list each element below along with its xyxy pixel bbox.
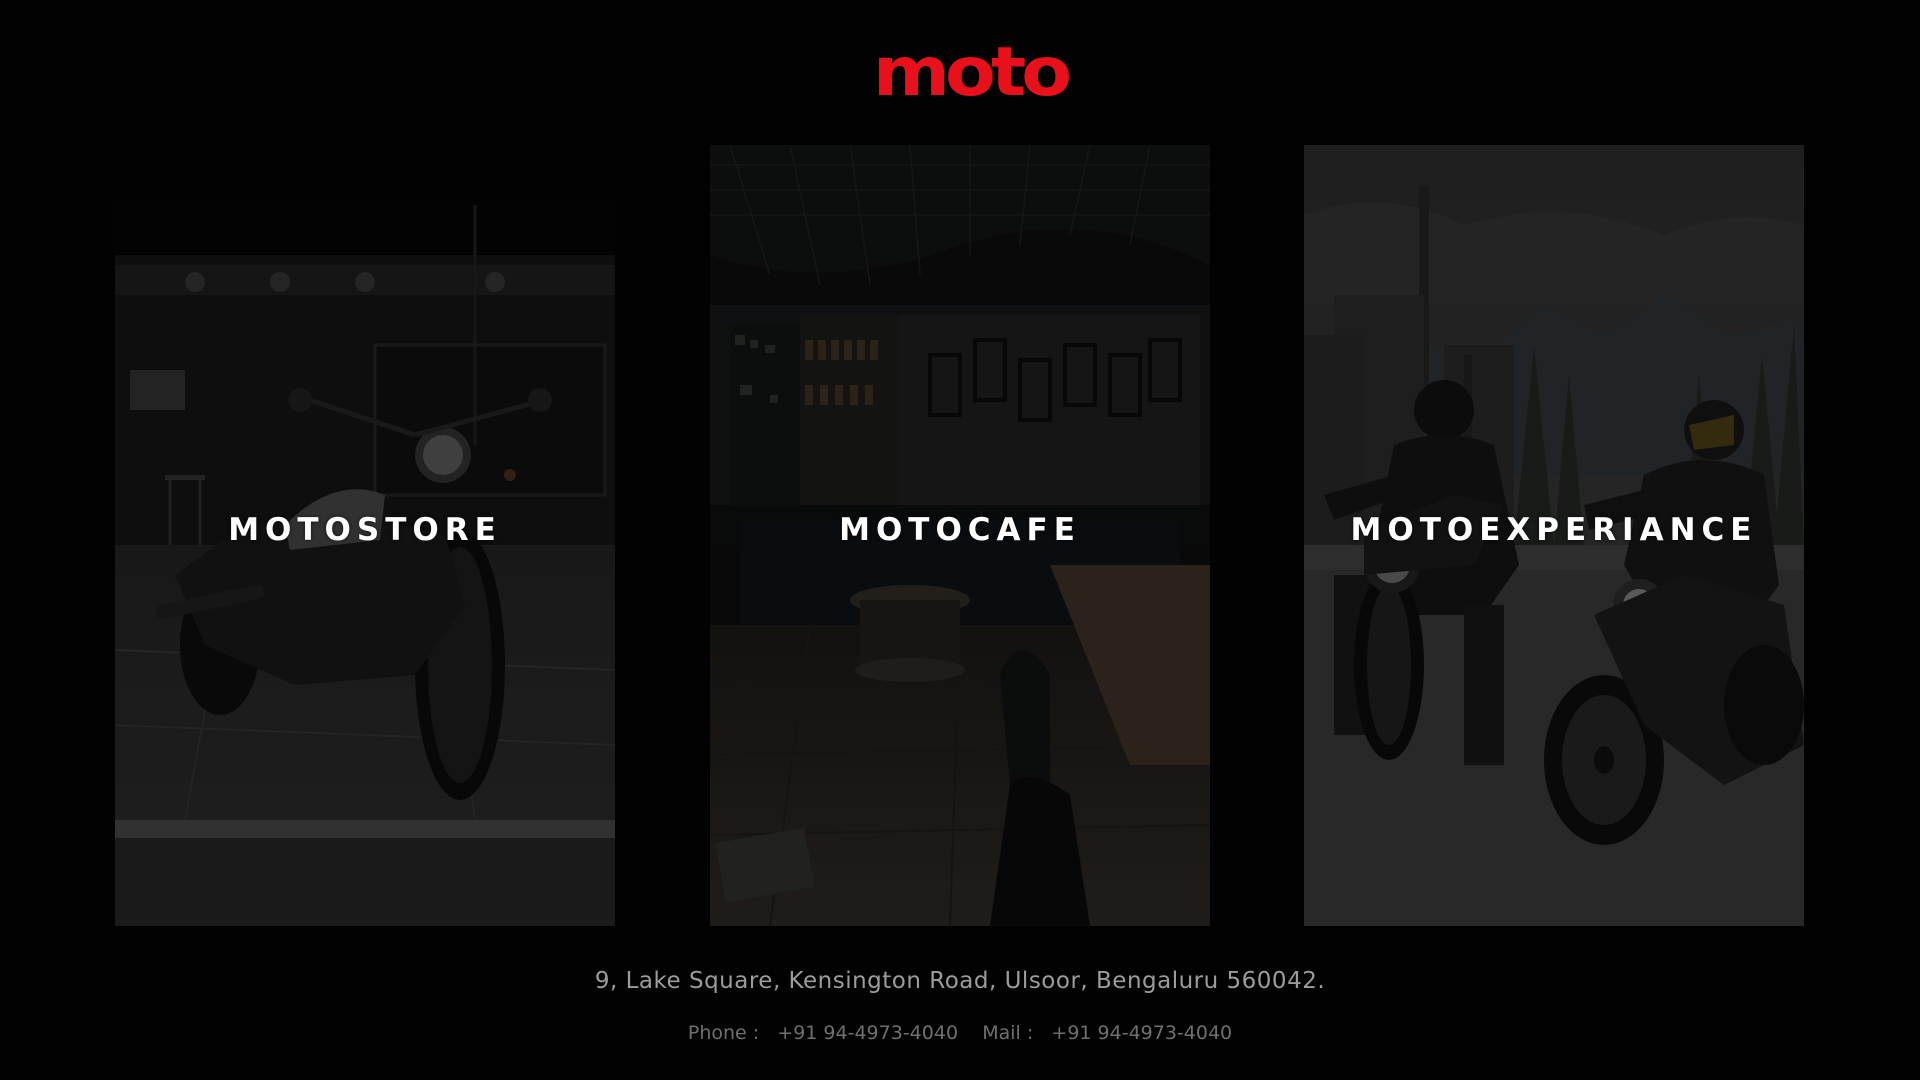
venue-cards: MOTOSTORE MOTOCAFE MOTOEXPERIANCE <box>0 0 1920 1080</box>
card-label-motocafe: MOTOCAFE <box>839 512 1081 548</box>
landing-page: moto MOTOSTORE MOTOCAFE MOTOEXPERIANCE 9… <box>0 0 1920 1080</box>
mail-link[interactable]: +91 94-4973-4040 <box>1051 1022 1232 1044</box>
card-motocafe[interactable]: MOTOCAFE <box>710 145 1210 926</box>
card-motoexperiance[interactable]: MOTOEXPERIANCE <box>1304 145 1804 926</box>
card-label-motostore: MOTOSTORE <box>228 512 502 548</box>
card-motostore[interactable]: MOTOSTORE <box>115 145 615 926</box>
footer-address: 9, Lake Square, Kensington Road, Ulsoor,… <box>594 968 1326 994</box>
mail-label: Mail : <box>982 1022 1034 1044</box>
phone-label: Phone : <box>687 1022 760 1044</box>
phone-link[interactable]: +91 94-4973-4040 <box>777 1022 958 1044</box>
footer-contact: Phone : +91 94-4973-4040 Mail : +91 94-4… <box>0 1022 1920 1044</box>
card-label-motoexperiance: MOTOEXPERIANCE <box>1350 512 1758 548</box>
